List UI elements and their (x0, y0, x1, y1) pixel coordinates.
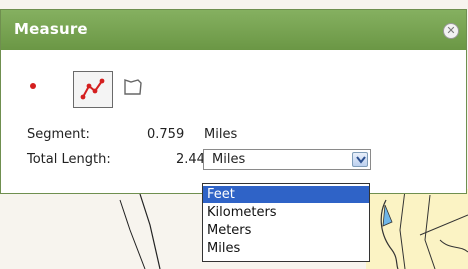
dropdown-button[interactable] (352, 152, 368, 167)
unit-option-feet[interactable]: Feet (203, 186, 369, 203)
unit-option-kilometers[interactable]: Kilometers (203, 204, 369, 221)
unit-option-meters[interactable]: Meters (203, 222, 369, 239)
units-select[interactable]: Miles (203, 149, 371, 170)
close-icon[interactable]: ✕ (443, 23, 459, 39)
point-tool-icon[interactable] (30, 83, 36, 89)
total-length-value: 2.44 (176, 152, 205, 167)
units-select-value: Miles (212, 152, 246, 167)
polyline-icon (80, 78, 105, 100)
units-dropdown-list: Feet Kilometers Meters Miles (202, 183, 370, 262)
polygon-outline-icon (124, 79, 142, 95)
segment-label: Segment: (27, 127, 90, 142)
segment-value: 0.759 (147, 127, 185, 142)
unit-option-miles[interactable]: Miles (203, 240, 369, 257)
panel-title: Measure (14, 20, 88, 38)
area-tool-button[interactable] (120, 76, 146, 98)
total-length-label: Total Length: (27, 152, 111, 167)
segment-unit: Miles (204, 127, 238, 142)
line-tool-button[interactable] (73, 71, 113, 108)
panel-titlebar[interactable]: Measure ✕ (1, 10, 466, 50)
measure-panel: Measure ✕ Segment: 0.759 Miles Total Len… (0, 9, 467, 194)
chevron-down-icon (356, 156, 366, 164)
